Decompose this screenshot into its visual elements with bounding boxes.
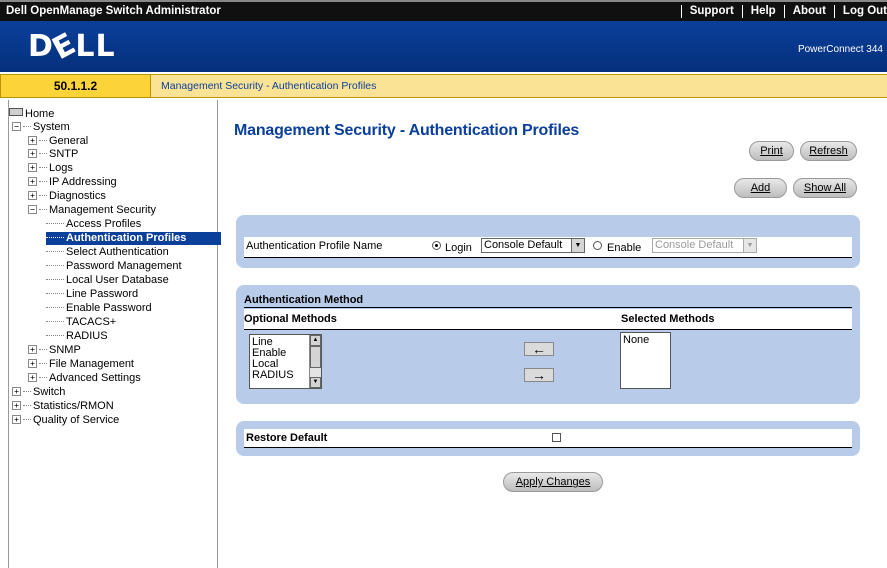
tree-item-management-security[interactable]: − Management Security bbox=[28, 204, 156, 217]
auth-method-panel: Authentication Method Optional Methods S… bbox=[236, 285, 860, 404]
optional-methods-header: Optional Methods bbox=[244, 313, 337, 325]
selected-methods-list[interactable]: None bbox=[620, 332, 671, 389]
breadcrumb: Management Security - Authentication Pro… bbox=[151, 74, 887, 98]
tree-item-system[interactable]: − System bbox=[12, 121, 70, 134]
collapse-icon[interactable]: − bbox=[12, 122, 21, 131]
move-right-button[interactable]: → bbox=[524, 368, 554, 382]
enable-radio[interactable] bbox=[593, 241, 602, 250]
tree-item-quality-of-service[interactable]: + Quality of Service bbox=[12, 414, 119, 427]
profile-panel: Authentication Profile Name Login Consol… bbox=[236, 215, 860, 268]
tree-item-enable-password[interactable]: Enable Password bbox=[46, 302, 152, 315]
tree-item-home[interactable]: Home bbox=[9, 108, 54, 121]
login-profile-select[interactable]: Console Default ▼ bbox=[481, 238, 585, 253]
tree-item-sntp[interactable]: + SNTP bbox=[28, 148, 78, 161]
enable-profile-select: Console Default ▼ bbox=[652, 238, 757, 253]
expand-icon[interactable]: + bbox=[28, 373, 37, 382]
tree-item-logs[interactable]: + Logs bbox=[28, 162, 73, 175]
expand-icon[interactable]: + bbox=[28, 191, 37, 200]
expand-icon[interactable]: + bbox=[28, 177, 37, 186]
profile-name-label: Authentication Profile Name bbox=[246, 240, 383, 252]
scrollbar[interactable]: ▲ ▼ bbox=[309, 335, 321, 388]
restore-panel: Restore Default bbox=[236, 421, 860, 456]
show-all-button[interactable]: Show All bbox=[793, 178, 857, 198]
tree-item-advanced-settings[interactable]: + Advanced Settings bbox=[28, 372, 141, 385]
logout-link[interactable]: Log Out bbox=[835, 2, 887, 21]
tree-item-general[interactable]: + General bbox=[28, 135, 88, 148]
methods-header-row: Optional Methods Selected Methods bbox=[244, 309, 852, 330]
top-nav: Support Help About Log Out bbox=[680, 2, 887, 21]
expand-icon[interactable]: + bbox=[12, 401, 21, 410]
restore-default-label: Restore Default bbox=[246, 432, 328, 444]
expand-icon[interactable]: + bbox=[12, 415, 21, 424]
enable-label: Enable bbox=[607, 242, 642, 254]
expand-icon[interactable]: + bbox=[28, 163, 37, 172]
dell-logo: DELL bbox=[28, 26, 116, 68]
print-button[interactable]: Print bbox=[749, 141, 794, 161]
tree-item-file-management[interactable]: + File Management bbox=[28, 358, 134, 371]
tree-item-authentication-profiles[interactable]: Authentication Profiles bbox=[46, 232, 221, 245]
apply-changes-button[interactable]: Apply Changes bbox=[503, 472, 603, 492]
expand-icon[interactable]: + bbox=[28, 149, 37, 158]
support-link[interactable]: Support bbox=[682, 2, 742, 21]
selected-methods-header: Selected Methods bbox=[621, 313, 715, 325]
refresh-button[interactable]: Refresh bbox=[800, 141, 857, 161]
model-name: PowerConnect 344 bbox=[797, 44, 883, 55]
tree-item-switch[interactable]: + Switch bbox=[12, 386, 65, 399]
restore-default-checkbox[interactable] bbox=[552, 433, 561, 442]
banner: DELL PowerConnect 344 bbox=[0, 21, 887, 72]
dropdown-arrow-icon: ▼ bbox=[571, 239, 584, 252]
tree-item-access-profiles[interactable]: Access Profiles bbox=[46, 218, 141, 231]
restore-row: Restore Default bbox=[244, 429, 852, 448]
collapse-icon[interactable]: − bbox=[28, 205, 37, 214]
add-button[interactable]: Add bbox=[734, 178, 787, 198]
auth-method-title: Authentication Method bbox=[244, 294, 364, 306]
expand-icon[interactable]: + bbox=[28, 359, 37, 368]
move-left-button[interactable]: ← bbox=[524, 342, 554, 356]
help-link[interactable]: Help bbox=[743, 2, 784, 21]
expand-icon[interactable]: + bbox=[12, 387, 21, 396]
login-radio[interactable] bbox=[432, 241, 441, 250]
tree-item-statistics-rmon[interactable]: + Statistics/RMON bbox=[12, 400, 114, 413]
expand-icon[interactable]: + bbox=[28, 345, 37, 354]
tree-item-password-management[interactable]: Password Management bbox=[46, 260, 182, 273]
tree-item-ip-addressing[interactable]: + IP Addressing bbox=[28, 176, 117, 189]
tree-item-select-authentication[interactable]: Select Authentication bbox=[46, 246, 169, 259]
scroll-down-icon[interactable]: ▼ bbox=[310, 377, 321, 388]
tree-item-local-user-database[interactable]: Local User Database bbox=[46, 274, 169, 287]
top-bar: Dell OpenManage Switch Administrator Sup… bbox=[0, 0, 887, 21]
computer-icon bbox=[9, 108, 23, 116]
list-item[interactable]: None bbox=[621, 333, 670, 346]
tree-item-snmp[interactable]: + SNMP bbox=[28, 344, 81, 357]
login-label: Login bbox=[445, 242, 472, 254]
navigation-tree: Home − System + General + SNTP + Logs + IP Ad… bbox=[8, 100, 221, 568]
scroll-up-icon[interactable]: ▲ bbox=[310, 335, 321, 346]
tree-item-diagnostics[interactable]: + Diagnostics bbox=[28, 190, 106, 203]
optional-methods-list[interactable]: Line Enable Local RADIUS ▲ ▼ bbox=[249, 334, 322, 389]
about-link[interactable]: About bbox=[785, 2, 834, 21]
app-title: Dell OpenManage Switch Administrator bbox=[6, 5, 221, 17]
scroll-thumb[interactable] bbox=[310, 346, 321, 368]
dropdown-arrow-icon: ▼ bbox=[743, 239, 756, 252]
tree-item-line-password[interactable]: Line Password bbox=[46, 288, 138, 301]
page-title: Management Security - Authentication Pro… bbox=[234, 122, 580, 139]
expand-icon[interactable]: + bbox=[28, 136, 37, 145]
tree-item-radius[interactable]: RADIUS bbox=[46, 330, 108, 343]
tree-item-tacacs[interactable]: TACACS+ bbox=[46, 316, 116, 329]
device-ip: 50.1.1.2 bbox=[0, 74, 151, 98]
profile-row: Authentication Profile Name Login Consol… bbox=[244, 237, 852, 258]
